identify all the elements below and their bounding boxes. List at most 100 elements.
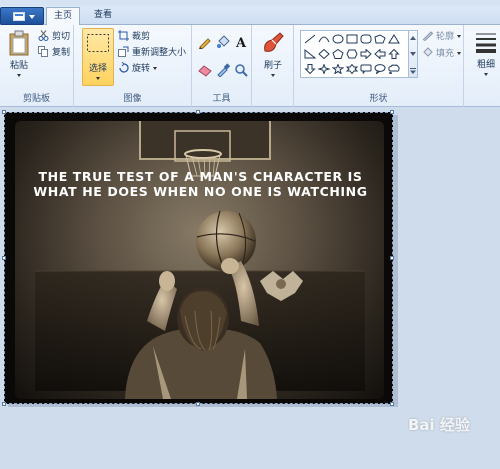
rounded-callout-shape-icon[interactable] — [360, 64, 372, 74]
rotate-dropdown-icon — [152, 67, 157, 70]
down-arrow-shape-icon[interactable] — [304, 64, 316, 75]
resize-handle-bottom-right[interactable] — [390, 402, 394, 406]
resize-handle-bottom[interactable] — [196, 402, 200, 406]
crop-label: 裁剪 — [132, 32, 151, 42]
outline-icon — [422, 30, 434, 42]
resize-button[interactable]: 重新调整大小 — [118, 46, 186, 60]
select-button[interactable]: 选择 — [82, 28, 114, 86]
resize-handle-top[interactable] — [196, 110, 200, 114]
fill-label: 填充 — [436, 49, 455, 59]
scissors-icon — [38, 30, 49, 41]
paste-dropdown-icon — [17, 74, 21, 77]
rounded-rectangle-shape-icon[interactable] — [360, 34, 372, 44]
resize-handle-right[interactable] — [390, 256, 394, 260]
thickness-group: 粗细 — [464, 25, 500, 107]
thickness-button[interactable]: 粗细 — [474, 29, 498, 87]
eraser-tool[interactable] — [198, 63, 212, 77]
resize-label: 重新调整大小 — [132, 48, 187, 58]
resize-handle-bottom-left[interactable] — [2, 402, 6, 406]
color-picker-tool[interactable] — [216, 63, 231, 78]
eyedropper-icon — [217, 63, 231, 78]
outline-button[interactable]: 轮廓 — [422, 30, 461, 44]
text-tool[interactable]: A — [234, 35, 248, 51]
copy-button[interactable]: 复制 — [38, 46, 70, 60]
crop-icon — [118, 30, 129, 41]
scroll-down-icon — [410, 52, 416, 56]
chevron-down-icon — [29, 15, 35, 19]
text-a-icon: A — [235, 36, 247, 51]
resize-handle-left[interactable] — [2, 256, 6, 260]
quote-line-2: WHAT HE DOES WHEN NO ONE IS WATCHING — [33, 184, 368, 199]
magnifier-icon — [235, 64, 248, 77]
hexagon-shape-icon[interactable] — [346, 49, 358, 59]
brush-icon — [264, 32, 284, 52]
select-label: 选择 — [88, 64, 107, 74]
paste-label: 粘贴 — [9, 61, 28, 71]
tools-group-label: 工具 — [212, 94, 231, 104]
tab-view[interactable]: 查看 — [86, 7, 120, 25]
resize-icon — [118, 46, 129, 57]
pencil-icon — [199, 38, 211, 50]
basketball-scene-image — [35, 121, 365, 399]
cloud-callout-shape-icon[interactable] — [388, 64, 400, 75]
cut-button[interactable]: 剪切 — [38, 30, 70, 44]
right-triangle-shape-icon[interactable] — [304, 48, 317, 59]
fill-tool[interactable] — [216, 35, 230, 49]
pentagon-shape-icon[interactable] — [332, 48, 344, 59]
quote-line-1: THE TRUE TEST OF A MAN'S CHARACTER IS — [38, 169, 363, 184]
thickness-dropdown-icon — [484, 73, 488, 76]
five-point-star-shape-icon[interactable] — [331, 63, 345, 75]
copy-icon — [38, 46, 49, 57]
six-point-star-shape-icon[interactable] — [345, 63, 359, 75]
clipboard-group-label: 剪贴板 — [22, 94, 50, 104]
cut-label: 剪切 — [52, 32, 71, 42]
brushes-button[interactable]: 刷子 — [256, 28, 290, 86]
copy-label: 复制 — [52, 48, 71, 58]
curve-shape-icon[interactable] — [318, 34, 330, 44]
line-shape-icon[interactable] — [304, 34, 316, 44]
magnifier-tool[interactable] — [234, 63, 248, 77]
canvas-photo: THE TRUE TEST OF A MAN'S CHARACTER IS WH… — [15, 121, 384, 399]
resize-handle-top-left[interactable] — [2, 110, 6, 114]
line-thickness-icon — [476, 33, 496, 53]
thickness-label: 粗细 — [476, 60, 495, 70]
resize-handle-top-right[interactable] — [390, 110, 394, 114]
right-arrow-shape-icon[interactable] — [360, 48, 372, 60]
triangle-shape-icon[interactable] — [388, 34, 400, 44]
select-icon — [87, 34, 109, 52]
paste-button[interactable]: 粘贴 — [4, 28, 34, 86]
rectangle-shape-icon[interactable] — [346, 34, 358, 44]
image-group-label: 图像 — [123, 94, 142, 104]
oval-shape-icon[interactable] — [332, 34, 344, 44]
fill-dropdown-icon — [456, 52, 461, 55]
pencil-tool[interactable] — [198, 35, 212, 50]
outline-dropdown-icon — [456, 35, 461, 38]
baidu-jingyan-watermark: Bai 经验 — [408, 416, 470, 434]
rotate-button[interactable]: 旋转 — [118, 61, 157, 76]
ribbon-tab-row: 主页 查看 — [0, 6, 500, 26]
up-arrow-shape-icon[interactable] — [388, 48, 400, 59]
image-group: 选择 裁剪 重新调整大小 旋转 图像 — [74, 25, 192, 107]
shapes-gallery-scrollbar[interactable] — [408, 30, 418, 78]
svg-text:A: A — [235, 36, 247, 49]
brushes-label: 刷子 — [263, 61, 282, 71]
drawing-canvas[interactable]: THE TRUE TEST OF A MAN'S CHARACTER IS WH… — [4, 112, 393, 404]
shapes-group-label: 形状 — [369, 94, 388, 104]
paint-bucket-icon — [217, 35, 230, 48]
paint-menu-button[interactable] — [0, 7, 44, 25]
tab-home[interactable]: 主页 — [46, 7, 80, 26]
brushes-group: 刷子 — [252, 25, 294, 107]
four-point-star-shape-icon[interactable] — [317, 63, 331, 75]
brushes-dropdown-icon — [271, 74, 275, 77]
diamond-shape-icon[interactable] — [318, 48, 330, 60]
rotate-icon — [118, 61, 129, 73]
clipboard-icon — [9, 30, 29, 56]
oval-callout-shape-icon[interactable] — [374, 64, 386, 75]
fill-button[interactable]: 填充 — [422, 47, 461, 61]
fill-icon — [422, 47, 433, 58]
polygon-shape-icon[interactable] — [374, 34, 386, 44]
document-icon — [13, 12, 25, 21]
left-arrow-shape-icon[interactable] — [374, 48, 386, 60]
crop-button[interactable]: 裁剪 — [118, 30, 150, 44]
clipboard-group: 粘贴 剪切 复制 剪贴板 — [0, 25, 74, 107]
